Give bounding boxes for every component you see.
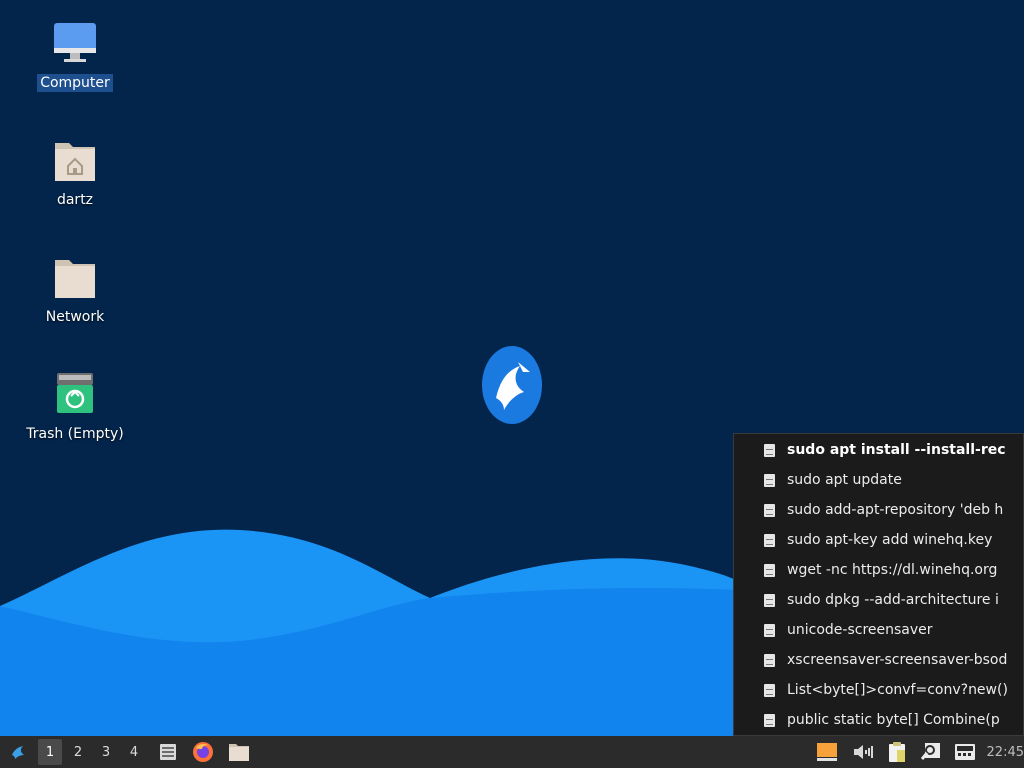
desktop-icon-label: Trash (Empty) [26, 426, 124, 442]
clipboard-entry[interactable]: public static byte[] Combine(p [734, 705, 1023, 735]
clipboard-manager[interactable] [883, 739, 911, 765]
battery-icon [816, 743, 837, 761]
clipboard-entry[interactable]: sudo dpkg --add-architecture i [734, 585, 1023, 615]
workspace-2[interactable]: 2 [66, 739, 90, 765]
clipboard-entry[interactable]: sudo add-apt-repository 'deb h [734, 495, 1023, 525]
text-document-icon [764, 623, 775, 637]
trash-icon [51, 371, 99, 419]
desktop-icon-label: Network [45, 309, 105, 325]
text-document-icon [764, 653, 775, 667]
clipboard-entry[interactable]: xscreensaver-screensaver-bsod [734, 645, 1023, 675]
desktop-icon-network[interactable]: Network [20, 254, 130, 326]
bird-logo-icon [12, 746, 24, 759]
volume-icon [853, 745, 873, 759]
workspace-3[interactable]: 3 [94, 739, 118, 765]
search-button[interactable] [917, 739, 945, 765]
file-manager-launcher[interactable] [156, 739, 180, 765]
text-document-icon [764, 473, 775, 487]
text-document-icon [764, 533, 775, 547]
volume-control[interactable] [849, 739, 877, 765]
network-folder-icon [51, 254, 99, 302]
desktop-icon-trash[interactable]: Trash (Empty) [20, 371, 130, 443]
clipboard-icon [888, 742, 905, 762]
text-document-icon [764, 593, 775, 607]
folder-launcher[interactable] [224, 739, 254, 765]
desktop-icon-home[interactable]: dartz [20, 137, 130, 209]
keyboard-layout-indicator[interactable] [951, 739, 979, 765]
keyboard-icon [954, 744, 975, 760]
clipboard-entry[interactable]: sudo apt-key add winehq.key [734, 525, 1023, 555]
app-menu-button[interactable] [2, 739, 34, 765]
desktop-icon-label: Computer [37, 74, 113, 92]
desktop-icon-label: dartz [56, 192, 94, 208]
search-icon [920, 743, 940, 760]
desktop-icon-computer[interactable]: Computer [20, 20, 130, 92]
firefox-icon [193, 742, 213, 762]
clipboard-entry[interactable]: sudo apt update [734, 465, 1023, 495]
clipboard-history-menu: sudo apt install --install-rec sudo apt … [733, 433, 1024, 736]
text-document-icon [764, 443, 775, 457]
workspace-switcher: 1 2 3 4 [38, 739, 150, 765]
folder-icon [229, 744, 249, 761]
text-document-icon [764, 683, 775, 697]
text-document-icon [764, 503, 775, 517]
taskbar: 1 2 3 4 22:45 [0, 736, 1024, 768]
computer-icon [51, 20, 99, 68]
clipboard-entry[interactable]: wget -nc https://dl.winehq.org [734, 555, 1023, 585]
clipboard-entry[interactable]: List<byte[]>convf=conv?new() [734, 675, 1023, 705]
home-folder-icon [51, 137, 99, 185]
text-document-icon [764, 563, 775, 577]
battery-indicator[interactable] [815, 739, 839, 765]
workspace-4[interactable]: 4 [122, 739, 146, 765]
logo-icon [482, 346, 542, 424]
clipboard-entry[interactable]: sudo apt install --install-rec [734, 435, 1023, 465]
clipboard-entry[interactable]: unicode-screensaver [734, 615, 1023, 645]
text-document-icon [764, 713, 775, 727]
clock[interactable]: 22:45 [987, 745, 1024, 760]
workspace-1[interactable]: 1 [38, 739, 62, 765]
firefox-launcher[interactable] [188, 739, 218, 765]
file-manager-icon [160, 744, 176, 760]
